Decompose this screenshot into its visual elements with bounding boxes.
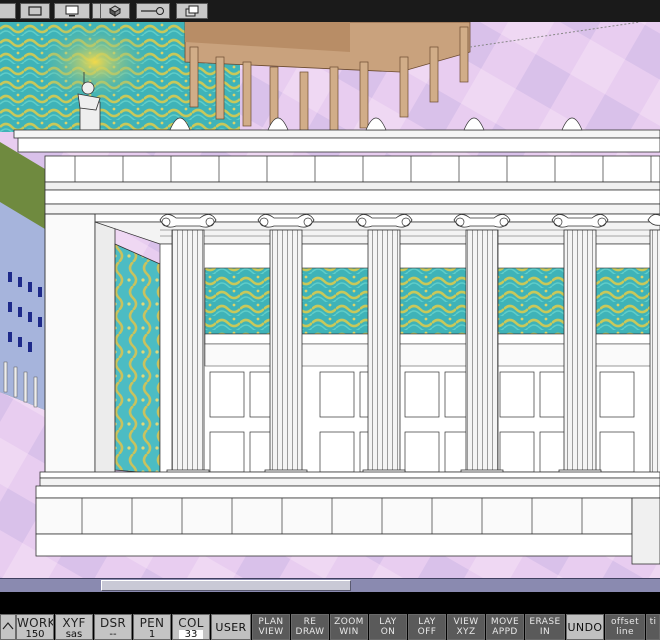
zoom-win-label-2: WIN (339, 627, 359, 637)
monitor-icon[interactable] (54, 3, 90, 19)
erase-in-button[interactable]: ERASE IN (525, 614, 565, 640)
move-appd-label-1: MOVE (490, 617, 520, 627)
plan-view-label-2: VIEW (258, 627, 284, 637)
redraw-label-2: DRAW (295, 627, 325, 637)
lay-off-button[interactable]: LAY OFF (408, 614, 446, 640)
redraw-button[interactable]: RE DRAW (291, 614, 329, 640)
param-col-value: 33 (179, 630, 203, 639)
cad-viewport[interactable] (0, 22, 660, 578)
param-pen-value: 1 (148, 629, 156, 640)
param-xyf-label: XYF (62, 616, 86, 630)
offset-line-label-1: offset (611, 617, 639, 627)
param-col-label: COL (178, 616, 204, 630)
line-circle-icon[interactable] (136, 3, 170, 19)
user-button[interactable]: USER (211, 614, 251, 640)
param-dsr[interactable]: DSR -- (94, 614, 132, 640)
lay-off-label-1: LAY (418, 617, 436, 627)
partial-toolbar-button[interactable] (0, 3, 16, 19)
scrollbar-thumb[interactable] (101, 580, 351, 591)
param-work[interactable]: WORK 150 (16, 614, 54, 640)
param-dsr-value: -- (109, 629, 117, 640)
param-dsr-label: DSR (99, 616, 127, 630)
redraw-label-1: RE (303, 617, 317, 627)
corner-arrow-icon[interactable] (0, 614, 16, 640)
zoom-win-label-1: ZOOM (334, 617, 364, 627)
view-xyz-label-1: VIEW (453, 617, 479, 627)
layers-icon[interactable] (176, 3, 208, 19)
top-toolbar (0, 0, 660, 22)
param-pen-label: PEN (139, 616, 165, 630)
param-xyf[interactable]: XYF sas (55, 614, 93, 640)
view-xyz-label-2: XYZ (456, 627, 476, 637)
zoom-win-button[interactable]: ZOOM WIN (330, 614, 368, 640)
view-xyz-button[interactable]: VIEW XYZ (447, 614, 485, 640)
cube-3d-icon[interactable] (100, 3, 130, 19)
erase-in-label-1: ERASE (529, 617, 561, 627)
param-col[interactable]: COL 33 (172, 614, 210, 640)
move-appd-button[interactable]: MOVE APPD (486, 614, 524, 640)
param-pen[interactable]: PEN 1 (133, 614, 171, 640)
truncated-command-label: ti (649, 617, 657, 627)
param-work-value: 150 (25, 629, 45, 640)
param-work-label: WORK (17, 616, 54, 630)
lay-off-label-2: OFF (417, 627, 437, 637)
plan-view-button[interactable]: PLAN VIEW (252, 614, 290, 640)
lay-on-label-2: ON (380, 627, 396, 637)
temple-render (0, 22, 660, 578)
offset-line-label-2: line (616, 627, 634, 637)
truncated-command-button[interactable]: ti (646, 614, 660, 640)
lay-on-label-1: LAY (379, 617, 397, 627)
view-window-icon[interactable] (20, 3, 50, 19)
erase-in-label-2: IN (539, 627, 551, 637)
move-appd-label-2: APPD (492, 627, 518, 637)
lay-on-button[interactable]: LAY ON (369, 614, 407, 640)
param-xyf-value: sas (65, 629, 83, 640)
horizontal-scrollbar[interactable] (0, 578, 660, 592)
plan-view-label-1: PLAN (258, 617, 284, 627)
undo-button[interactable]: UNDO (566, 614, 604, 640)
offset-line-button[interactable]: offset line (605, 614, 645, 640)
command-bar: WORK 150 XYF sas DSR -- PEN 1 COL 33 USE… (0, 592, 660, 640)
